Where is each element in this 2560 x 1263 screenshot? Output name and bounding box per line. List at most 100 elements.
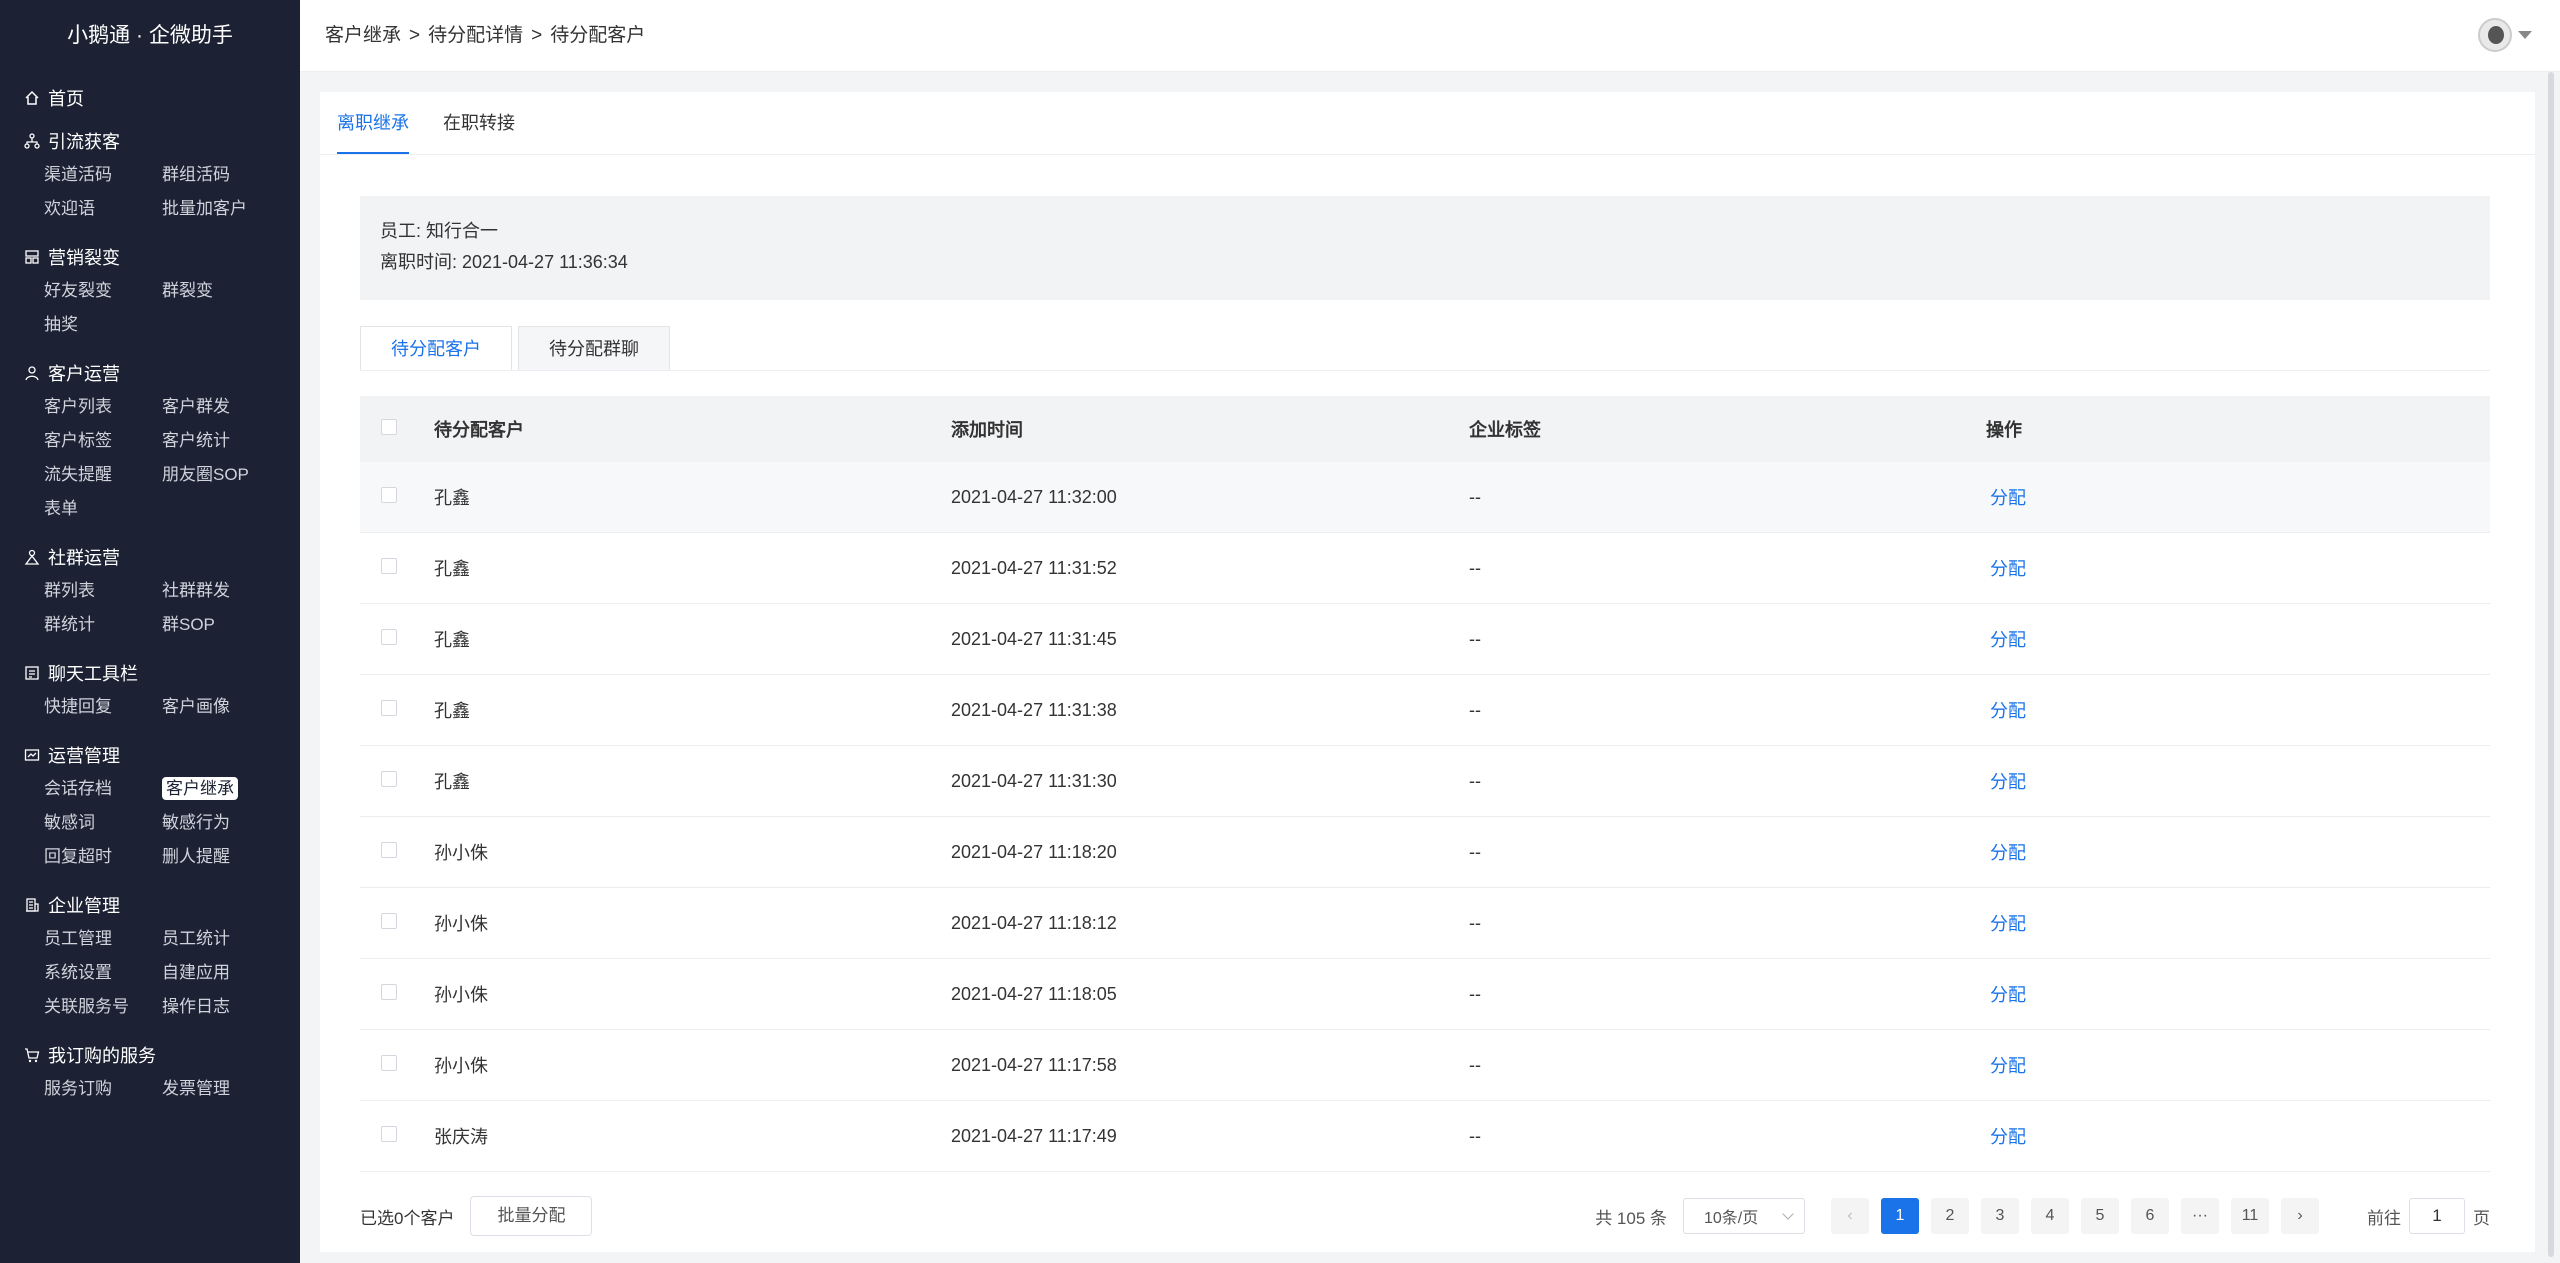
sidebar-item[interactable]: 表单 <box>44 492 162 526</box>
row-checkbox[interactable] <box>381 841 397 858</box>
row-checkbox[interactable] <box>381 628 397 645</box>
page-number-button[interactable]: 11 <box>2231 1198 2269 1234</box>
prev-page-button[interactable]: ‹ <box>1831 1198 1869 1234</box>
page-number-button[interactable]: 2 <box>1931 1198 1969 1234</box>
sidebar-item-label: 群SOP <box>162 615 215 634</box>
sidebar-item-label: 批量加客户 <box>162 199 247 218</box>
breadcrumb: 客户继承 > 待分配详情 > 待分配客户 <box>325 0 645 72</box>
sidebar-item[interactable]: 客户画像 <box>162 690 280 724</box>
page-number-button[interactable]: 1 <box>1881 1198 1919 1234</box>
sidebar-item[interactable]: 会话存档 <box>44 772 162 806</box>
tab-resigned-inherit[interactable]: 离职继承 <box>337 92 409 154</box>
row-checkbox[interactable] <box>381 486 397 503</box>
sidebar-item[interactable]: 群裂变 <box>162 274 280 308</box>
breadcrumb-item[interactable]: 客户继承 <box>325 25 401 46</box>
sidebar-item[interactable]: 服务订购 <box>44 1072 162 1106</box>
row-checkbox[interactable] <box>381 912 397 929</box>
column-header: 企业标签 <box>1469 420 1541 440</box>
page-size-select[interactable]: 10条/页 <box>1683 1198 1805 1234</box>
assign-link[interactable]: 分配 <box>1986 914 2026 934</box>
sidebar-item-label: 删人提醒 <box>162 847 230 866</box>
assign-link[interactable]: 分配 <box>1986 559 2026 579</box>
row-checkbox[interactable] <box>381 699 397 716</box>
assign-link[interactable]: 分配 <box>1986 843 2026 863</box>
sidebar-item[interactable]: 好友裂变 <box>44 274 162 308</box>
assign-link[interactable]: 分配 <box>1986 1127 2026 1147</box>
assign-link[interactable]: 分配 <box>1986 488 2026 508</box>
sidebar-item[interactable]: 操作日志 <box>162 990 280 1024</box>
table-row: 孔鑫 2021-04-27 11:31:52 -- 分配 <box>360 533 2490 604</box>
assign-link[interactable]: 分配 <box>1986 630 2026 650</box>
page-scrollbar[interactable] <box>2548 72 2554 1257</box>
sidebar-item[interactable]: 客户列表 <box>44 390 162 424</box>
sidebar-item[interactable]: 客户统计 <box>162 424 280 458</box>
sidebar-item[interactable]: 客户标签 <box>44 424 162 458</box>
page-number-button[interactable]: 6 <box>2131 1198 2169 1234</box>
sidebar-item[interactable]: 批量加客户 <box>162 192 280 226</box>
sidebar-group-label: 企业管理 <box>48 896 120 916</box>
user-menu[interactable] <box>2478 18 2532 52</box>
sidebar-item[interactable]: 群组活码 <box>162 158 280 192</box>
sidebar-group: 我订购的服务 服务订购 发票管理 <box>0 1038 300 1106</box>
sidebar-item[interactable]: 自建应用 <box>162 956 280 990</box>
sidebar-item[interactable]: 敏感词 <box>44 806 162 840</box>
enterprise-tag: -- <box>1469 1054 1481 1075</box>
batch-assign-button[interactable]: 批量分配 <box>470 1196 593 1236</box>
sidebar-item[interactable]: 群统计 <box>44 608 162 642</box>
sidebar-item[interactable]: 客户继承 <box>162 772 280 806</box>
tab-pending-groups[interactable]: 待分配群聊 <box>518 326 670 370</box>
sidebar-item[interactable]: 朋友圈SOP <box>162 458 280 492</box>
row-checkbox[interactable] <box>381 1054 397 1071</box>
tab-pending-customers[interactable]: 待分配客户 <box>360 326 512 370</box>
row-checkbox[interactable] <box>381 1125 397 1142</box>
breadcrumb-item[interactable]: 待分配详情 <box>428 25 523 46</box>
sidebar-item[interactable]: 发票管理 <box>162 1072 280 1106</box>
sidebar-item[interactable]: 快捷回复 <box>44 690 162 724</box>
sidebar-group-title: 客户运营 <box>0 356 300 390</box>
table-header: 待分配客户 添加时间 企业标签 操作 <box>360 396 2490 462</box>
next-page-button[interactable]: › <box>2281 1198 2319 1234</box>
breadcrumb-separator: > <box>531 25 543 46</box>
sidebar-group-title: 营销裂变 <box>0 240 300 274</box>
chevron-down-icon[interactable] <box>2518 31 2532 39</box>
sidebar-item[interactable]: 渠道活码 <box>44 158 162 192</box>
sidebar-item[interactable]: 流失提醒 <box>44 458 162 492</box>
row-checkbox[interactable] <box>381 983 397 1000</box>
sidebar-item[interactable]: 员工统计 <box>162 922 280 956</box>
split-icon <box>22 247 42 267</box>
row-checkbox[interactable] <box>381 557 397 574</box>
sidebar-item[interactable]: 敏感行为 <box>162 806 280 840</box>
sidebar-item[interactable]: 回复超时 <box>44 840 162 874</box>
tab-onjob-transfer[interactable]: 在职转接 <box>443 92 515 154</box>
sidebar-item[interactable]: 群SOP <box>162 608 280 642</box>
page-number-button[interactable]: 5 <box>2081 1198 2119 1234</box>
row-checkbox[interactable] <box>381 770 397 787</box>
sidebar-item-label: 系统设置 <box>44 963 112 982</box>
sidebar: 小鹅通 · 企微助手 首页 引流获客 渠道活码 群组活码 欢迎语 批量加客户 营销裂变 好友… <box>0 0 300 1263</box>
sidebar-item[interactable]: 欢迎语 <box>44 192 162 226</box>
sidebar-item[interactable]: 社群群发 <box>162 574 280 608</box>
sidebar-item[interactable]: 抽奖 <box>44 308 162 342</box>
sidebar-item[interactable]: 系统设置 <box>44 956 162 990</box>
breadcrumb-current: 待分配客户 <box>550 25 646 46</box>
goto-page-input[interactable]: 1 <box>2409 1198 2465 1234</box>
sidebar-item[interactable]: 客户群发 <box>162 390 280 424</box>
enterprise-tag: -- <box>1469 841 1481 862</box>
community-icon <box>22 547 42 567</box>
sidebar-item[interactable]: 关联服务号 <box>44 990 162 1024</box>
select-all-checkbox[interactable] <box>381 418 397 435</box>
sidebar-item[interactable]: 群列表 <box>44 574 162 608</box>
page-number-button[interactable]: 4 <box>2031 1198 2069 1234</box>
sidebar-item[interactable]: 员工管理 <box>44 922 162 956</box>
page-number-button[interactable]: 3 <box>1981 1198 2019 1234</box>
avatar[interactable] <box>2478 18 2512 52</box>
assign-link[interactable]: 分配 <box>1986 1056 2026 1076</box>
assign-link[interactable]: 分配 <box>1986 985 2026 1005</box>
sidebar-item[interactable]: 删人提醒 <box>162 840 280 874</box>
top-header: 客户继承 > 待分配详情 > 待分配客户 <box>300 0 2560 72</box>
assign-link[interactable]: 分配 <box>1986 701 2026 721</box>
page-ellipsis[interactable]: ··· <box>2181 1198 2219 1234</box>
assign-link[interactable]: 分配 <box>1986 772 2026 792</box>
sidebar-item-home[interactable]: 首页 <box>0 78 300 118</box>
sidebar-item-label: 敏感行为 <box>162 813 230 832</box>
